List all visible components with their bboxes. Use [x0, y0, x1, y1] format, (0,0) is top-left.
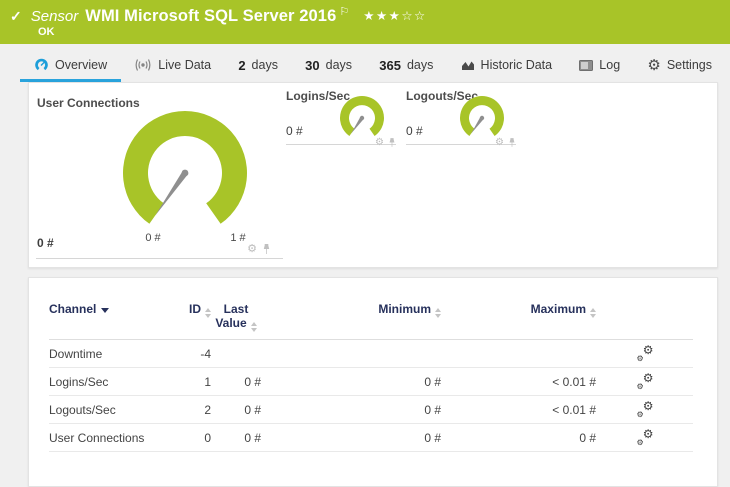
column-header-channel[interactable]: Channel — [49, 302, 177, 316]
tab-bar: Overview Live Data 2 days 30 days 365 da… — [19, 55, 716, 82]
gauge-user-connections: User Connections 0 # 1 # 0 # ⚙ — [36, 93, 283, 259]
channel-maximum: < 0.01 # — [552, 402, 596, 417]
column-header-last-value[interactable]: Last Value — [211, 302, 261, 332]
gauge-gear-icon[interactable]: ⚙ — [375, 137, 384, 148]
tab-live-data[interactable]: Live Data — [130, 55, 215, 79]
channels-panel: Channel ID Last Value Minimum Maximum Do… — [28, 277, 718, 487]
pin-icon[interactable] — [262, 243, 271, 255]
tab-settings[interactable]: ⚙ Settings — [643, 55, 716, 80]
tab-log-label: Log — [599, 58, 621, 72]
gear-icon: ⚙ — [636, 381, 644, 391]
channel-maximum: 0 # — [579, 430, 596, 445]
gauge-current-value: 0 # — [406, 124, 423, 138]
gauges-panel: User Connections 0 # 1 # 0 # ⚙ Logins/Se… — [28, 82, 718, 268]
column-header-channel-label: Channel — [49, 302, 97, 316]
tab-historic-data-label: Historic Data — [480, 58, 553, 72]
gear-icon: ⚙ — [642, 342, 654, 357]
sort-icon — [250, 322, 257, 332]
flag-icon[interactable]: ⚐ — [339, 5, 349, 18]
tab-live-data-label: Live Data — [158, 58, 212, 72]
settings-gear-icon: ⚙ — [647, 56, 661, 74]
log-icon — [579, 59, 594, 71]
column-header-maximum[interactable]: Maximum — [531, 302, 596, 318]
channel-settings-icon[interactable]: ⚙ ⚙ — [636, 398, 654, 419]
sort-icon — [435, 308, 441, 318]
channel-settings-icon[interactable]: ⚙ ⚙ — [636, 370, 654, 391]
sort-icon — [590, 308, 596, 318]
channel-name: User Connections — [49, 430, 145, 445]
chart-icon — [461, 61, 474, 70]
priority-stars[interactable]: ★★★☆☆ — [363, 8, 427, 23]
channel-maximum: < 0.01 # — [552, 374, 596, 389]
tab-historic-data[interactable]: Historic Data — [457, 55, 557, 79]
status-badge: OK — [38, 26, 55, 38]
sensor-title: WMI Microsoft SQL Server 2016 — [85, 7, 337, 25]
tab-30-days-number: 30 — [305, 57, 320, 73]
table-row: User Connections 0 0 # 0 # 0 # ⚙ ⚙ — [49, 424, 693, 452]
gauge-current-value: 0 # — [37, 236, 54, 250]
channel-id: -4 — [200, 346, 211, 361]
column-header-id[interactable]: ID — [189, 302, 211, 318]
gauge-logouts-sec: Logouts/Sec 0 # ⚙ — [406, 89, 516, 148]
gauge-scale-max: 1 # — [230, 232, 246, 244]
gauge-icon — [35, 58, 48, 70]
channel-minimum: 0 # — [424, 430, 441, 445]
tab-settings-label: Settings — [666, 58, 712, 72]
pin-icon[interactable] — [508, 137, 516, 148]
channel-settings-icon[interactable]: ⚙ ⚙ — [636, 426, 654, 447]
channel-last-value: 0 # — [244, 374, 261, 389]
channel-id: 0 — [204, 430, 211, 445]
status-check-icon: ✓ — [10, 8, 22, 24]
channel-name: Downtime — [49, 346, 103, 361]
gear-icon: ⚙ — [636, 437, 644, 447]
table-header-row: Channel ID Last Value Minimum Maximum — [49, 302, 693, 340]
gear-icon: ⚙ — [642, 370, 654, 385]
channel-name: Logins/Sec — [49, 374, 109, 389]
sensor-kind-label: Sensor — [30, 8, 79, 25]
gauge-gear-icon[interactable]: ⚙ — [247, 243, 257, 255]
tab-overview-label: Overview — [55, 58, 108, 72]
tab-2-days-label: days — [251, 58, 278, 72]
tab-365-days[interactable]: 365 days — [375, 55, 437, 80]
user-connections-gauge — [123, 111, 248, 224]
gear-icon: ⚙ — [642, 398, 654, 413]
table-row: Logouts/Sec 2 0 # 0 # < 0.01 # ⚙ ⚙ — [49, 396, 693, 424]
live-data-icon — [135, 59, 151, 71]
tab-overview[interactable]: Overview — [19, 55, 122, 82]
pin-icon[interactable] — [388, 137, 396, 148]
gauge-current-value: 0 # — [286, 124, 303, 138]
tab-2-days-number: 2 — [238, 57, 246, 73]
sensor-header: ✓ Sensor WMI Microsoft SQL Server 2016 ⚐… — [0, 0, 730, 44]
channels-table: Channel ID Last Value Minimum Maximum Do… — [49, 302, 693, 452]
channel-minimum: 0 # — [424, 402, 441, 417]
column-header-maximum-label: Maximum — [530, 302, 586, 316]
table-row: Logins/Sec 1 0 # 0 # < 0.01 # ⚙ ⚙ — [49, 368, 693, 396]
tab-30-days-label: days — [325, 58, 353, 72]
tab-365-days-number: 365 — [379, 57, 401, 73]
channel-id: 2 — [204, 402, 211, 417]
channel-last-value: 0 # — [244, 402, 261, 417]
gear-icon: ⚙ — [642, 426, 654, 441]
column-header-last-value-label: Last Value — [215, 302, 249, 330]
gauge-logins-sec: Logins/Sec 0 # ⚙ — [286, 89, 396, 148]
gear-icon: ⚙ — [636, 409, 644, 419]
table-row: Downtime -4 ⚙ ⚙ — [49, 340, 693, 368]
gauge-scale-min: 0 # — [145, 232, 161, 244]
channel-id: 1 — [204, 374, 211, 389]
gauge-gear-icon[interactable]: ⚙ — [495, 137, 504, 148]
column-header-id-label: ID — [189, 302, 201, 316]
tab-365-days-label: days — [406, 58, 434, 72]
channel-last-value: 0 # — [244, 430, 261, 445]
tab-2-days[interactable]: 2 days — [234, 55, 282, 80]
column-header-minimum[interactable]: Minimum — [378, 302, 441, 318]
tab-log[interactable]: Log — [575, 55, 624, 79]
column-header-minimum-label: Minimum — [378, 302, 431, 316]
channel-minimum: 0 # — [424, 374, 441, 389]
tab-30-days[interactable]: 30 days — [301, 55, 356, 80]
gear-icon: ⚙ — [636, 353, 644, 363]
channel-name: Logouts/Sec — [49, 402, 116, 417]
sorted-desc-icon — [101, 308, 110, 313]
channel-settings-icon[interactable]: ⚙ ⚙ — [636, 342, 654, 363]
